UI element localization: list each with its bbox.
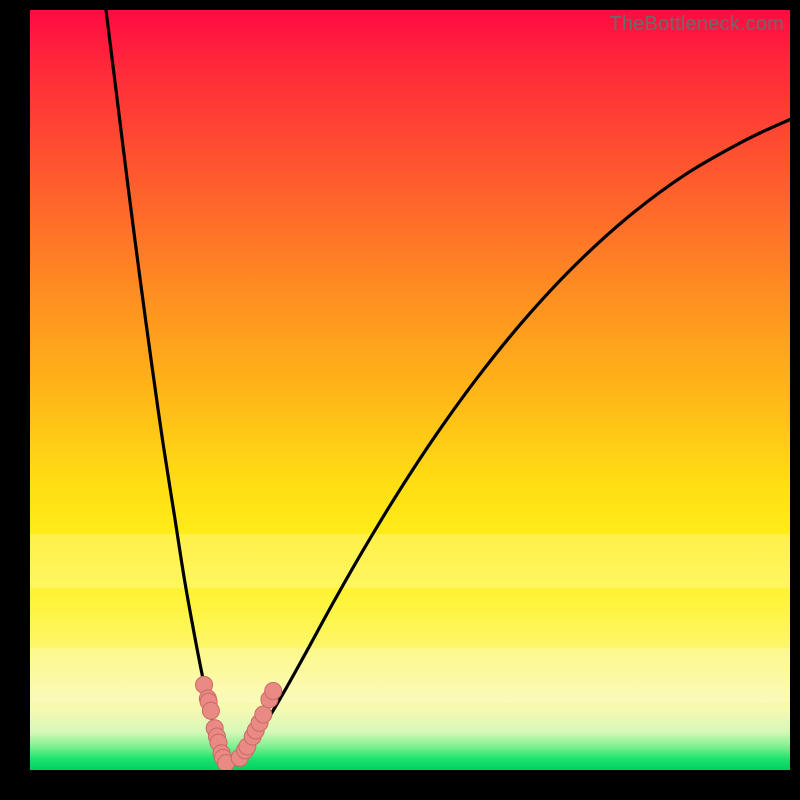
marker-right [265,682,282,699]
chart-svg [30,10,790,770]
marker-left [202,702,219,719]
curve-left-branch [106,10,229,767]
curve-right-branch [229,119,790,767]
plot-area: TheBottleneck.com [30,10,790,770]
outer-frame: TheBottleneck.com [0,0,800,800]
marker-right [255,706,272,723]
